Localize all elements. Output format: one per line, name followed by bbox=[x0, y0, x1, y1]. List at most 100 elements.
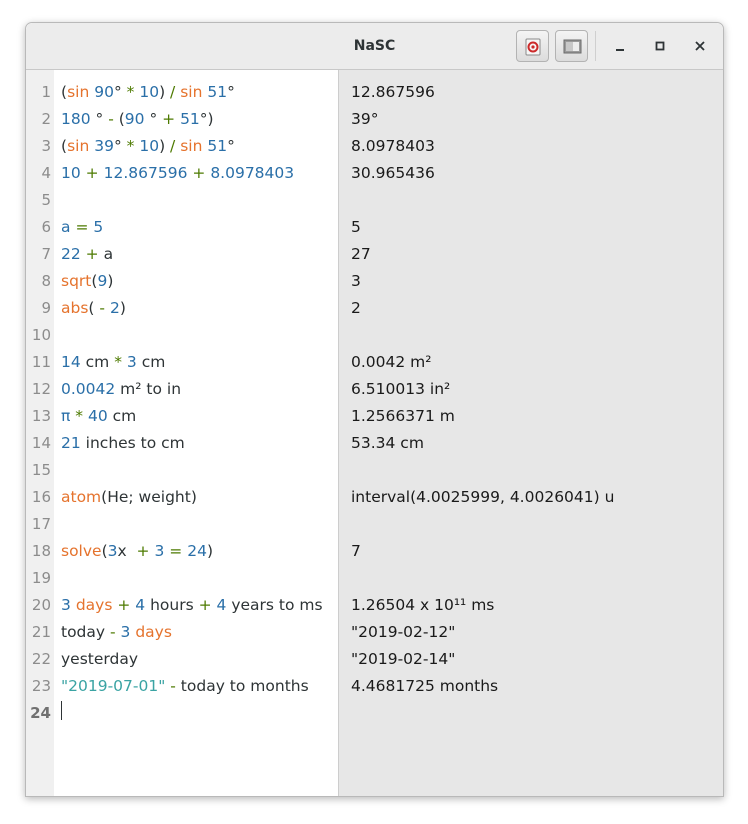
line-number: 9 bbox=[41, 299, 51, 317]
expression-line[interactable]: atom(He; weight) bbox=[61, 484, 197, 511]
token-text: cm bbox=[107, 407, 137, 425]
token-text: ° bbox=[113, 83, 127, 101]
help-button[interactable] bbox=[516, 30, 549, 62]
expression-line[interactable]: 22 + a bbox=[61, 241, 113, 268]
token-op: + bbox=[136, 542, 150, 560]
result-line: 2 bbox=[351, 299, 361, 317]
token-fn: sin bbox=[67, 83, 90, 101]
token-num: 4 bbox=[135, 596, 146, 614]
token-num: 8.0978403 bbox=[210, 164, 295, 182]
token-num: 4 bbox=[216, 596, 227, 614]
result-line: interval(4.0025999, 4.0026041) u bbox=[351, 488, 615, 506]
token-num: 51 bbox=[207, 137, 228, 155]
line-number: 1 bbox=[41, 83, 51, 101]
token-num: 24 bbox=[187, 542, 207, 560]
token-num: 14 bbox=[61, 353, 81, 371]
line-number: 16 bbox=[31, 488, 51, 506]
token-fn: sin bbox=[67, 137, 90, 155]
minimize-button[interactable] bbox=[608, 34, 632, 58]
close-button[interactable] bbox=[688, 34, 712, 58]
token-num: 3 bbox=[120, 623, 131, 641]
token-op: = bbox=[75, 218, 89, 236]
line-number: 5 bbox=[41, 191, 51, 209]
token-fn: sqrt bbox=[61, 272, 92, 290]
token-num: 40 bbox=[87, 407, 108, 425]
expression-editor[interactable]: (sin 90° * 10) / sin 51° 180 ° - (90 ° + … bbox=[54, 70, 338, 796]
token-op: + bbox=[162, 110, 176, 128]
line-number: 4 bbox=[41, 164, 51, 182]
token-num: 3 bbox=[107, 542, 118, 560]
token-text: ) bbox=[206, 542, 214, 560]
expression-line[interactable]: yesterday bbox=[61, 646, 138, 673]
line-number: 19 bbox=[31, 569, 51, 587]
result-line: "2019-02-14" bbox=[351, 650, 456, 668]
line-number: 15 bbox=[31, 461, 51, 479]
titlebar-separator bbox=[595, 31, 596, 61]
token-text: years to ms bbox=[226, 596, 323, 614]
text-cursor bbox=[61, 701, 62, 720]
line-number: 20 bbox=[31, 596, 51, 614]
token-text: yesterday bbox=[61, 650, 139, 668]
expression-line[interactable]: a = 5 bbox=[61, 214, 103, 241]
expression-line[interactable]: 21 inches to cm bbox=[61, 430, 185, 457]
line-number: 21 bbox=[31, 623, 51, 641]
expression-line[interactable]: 0.0042 m² to in bbox=[61, 376, 181, 403]
line-number-gutter: 1 2 3 4 5 6 7 8 9 10 11 12 13 14 15 16 17 18 19 20 21 22 23 24 bbox=[26, 70, 54, 796]
line-number: 7 bbox=[41, 245, 51, 263]
token-op: * bbox=[75, 407, 84, 425]
line-number: 2 bbox=[41, 110, 51, 128]
token-num: 10 bbox=[139, 137, 160, 155]
token-text: x bbox=[117, 542, 137, 560]
expression-line[interactable]: π * 40 cm bbox=[61, 403, 136, 430]
token-op: * bbox=[114, 353, 122, 371]
expression-line[interactable]: today - 3 days bbox=[61, 619, 172, 646]
title-bar: NaSC bbox=[26, 23, 723, 70]
result-line: 6.510013 in² bbox=[351, 380, 451, 398]
token-num: 51 bbox=[180, 110, 200, 128]
expression-line[interactable]: 180 ° - (90 ° + 51°) bbox=[61, 106, 214, 133]
token-text: ° bbox=[113, 137, 127, 155]
expression-line[interactable]: 10 + 12.867596 + 8.0978403 bbox=[61, 160, 294, 187]
token-text: ( bbox=[88, 299, 100, 317]
expression-line[interactable]: 3 days + 4 hours + 4 years to ms bbox=[61, 592, 323, 619]
line-number: 24 bbox=[30, 704, 51, 722]
line-number: 18 bbox=[31, 542, 51, 560]
result-line: 4.4681725 months bbox=[351, 677, 499, 695]
token-num: 39 bbox=[94, 137, 114, 155]
token-num: 5 bbox=[93, 218, 104, 236]
token-text: a bbox=[98, 245, 114, 263]
maximize-button[interactable] bbox=[648, 34, 672, 58]
results-panel: 12.867596 39° 8.0978403 30.965436 5 27 3 2 0.004… bbox=[338, 70, 723, 796]
token-num: 10 bbox=[61, 164, 81, 182]
token-text: (He; weight) bbox=[101, 488, 197, 506]
token-fn: atom bbox=[61, 488, 102, 506]
token-text: ) bbox=[159, 137, 171, 155]
token-num: 0.0042 bbox=[61, 380, 116, 398]
token-op: + bbox=[192, 164, 206, 182]
expression-line[interactable]: (sin 39° * 10) / sin 51° bbox=[61, 133, 235, 160]
result-line: "2019-02-12" bbox=[351, 623, 456, 641]
toggle-panel-button[interactable] bbox=[555, 30, 588, 62]
result-line: 1.2566371 m bbox=[351, 407, 455, 425]
expression-line[interactable]: sqrt(9) bbox=[61, 268, 113, 295]
token-text: ° bbox=[227, 137, 235, 155]
line-number: 13 bbox=[31, 407, 51, 425]
result-line: 1.26504 x 10¹¹ ms bbox=[351, 596, 495, 614]
expression-line[interactable]: (sin 90° * 10) / sin 51° bbox=[61, 79, 235, 106]
expression-line[interactable]: "2019-07-01" - today to months bbox=[61, 673, 309, 700]
result-line: 5 bbox=[351, 218, 361, 236]
token-fn: days bbox=[135, 623, 172, 641]
token-op: + bbox=[198, 596, 212, 614]
token-num: 51 bbox=[207, 83, 228, 101]
token-fn: solve bbox=[61, 542, 102, 560]
token-num: 180 bbox=[61, 110, 91, 128]
token-text: hours bbox=[145, 596, 199, 614]
expression-line[interactable]: solve(3x + 3 = 24) bbox=[61, 538, 213, 565]
token-num: a bbox=[61, 218, 71, 236]
token-op: = bbox=[169, 542, 183, 560]
line-number: 10 bbox=[31, 326, 51, 344]
token-num: 21 bbox=[61, 434, 81, 452]
result-line: 30.965436 bbox=[351, 164, 435, 182]
expression-line[interactable]: abs( - 2) bbox=[61, 295, 126, 322]
expression-line[interactable]: 14 cm * 3 cm bbox=[61, 349, 165, 376]
